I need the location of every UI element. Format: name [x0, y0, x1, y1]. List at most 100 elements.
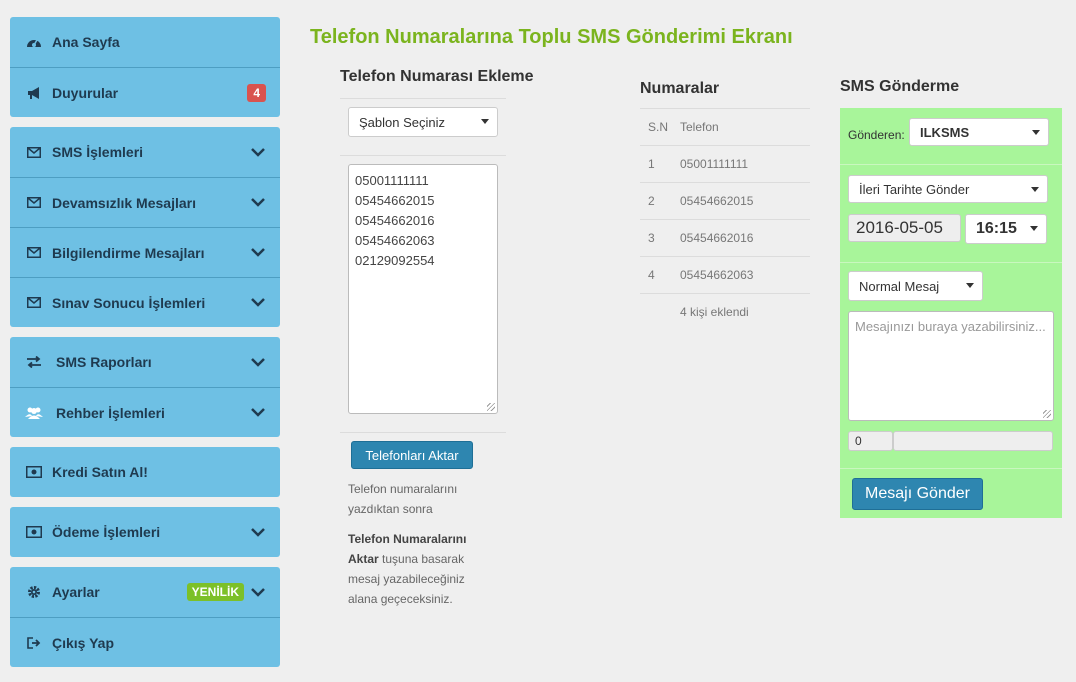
sidebar-label: SMS İşlemleri: [52, 144, 144, 160]
message-textarea[interactable]: Mesajınızı buraya yazabilirsiniz...: [848, 311, 1054, 421]
message-placeholder: Mesajınızı buraya yazabilirsiniz...: [855, 319, 1046, 334]
sidebar-item-sms-ops[interactable]: SMS İşlemleri: [10, 127, 280, 177]
sidebar-item-logout[interactable]: Çıkış Yap: [10, 617, 280, 667]
sender-select-value: ILKSMS: [920, 124, 970, 140]
sidebar-label: Devamsızlık Mesajları: [52, 194, 196, 211]
column-header-sn: S.N: [648, 120, 669, 134]
chevron-down-icon: [250, 245, 266, 261]
dashboard-icon: [24, 34, 44, 50]
sidebar: Ana Sayfa Duyurular 4 SMS İşlemleri Deva…: [10, 17, 280, 677]
sidebar-item-payments[interactable]: Ödeme İşlemleri: [10, 507, 280, 557]
sidebar-label: Bilgilendirme Mesajları: [52, 244, 205, 261]
new-badge: YENİLİK: [186, 583, 244, 601]
money-icon: [24, 464, 44, 480]
message-type-value: Normal Mesaj: [859, 278, 940, 294]
transfer-phones-button[interactable]: Telefonları Aktar: [351, 441, 473, 469]
sidebar-group-reports: SMS Raporları Rehber İşlemleri: [10, 337, 280, 437]
sender-label: Gönderen:: [848, 128, 905, 142]
phone-number-line: 05454662063: [355, 233, 435, 248]
row-phone: 05454662015: [680, 194, 754, 208]
phone-number-line: 02129092554: [355, 253, 435, 268]
phone-number-line: 05454662016: [355, 213, 435, 228]
caret-down-icon: [1031, 187, 1039, 192]
exchange-icon: [24, 354, 44, 370]
sidebar-item-absence-messages[interactable]: Devamsızlık Mesajları: [10, 177, 280, 227]
caret-down-icon: [481, 119, 489, 124]
send-message-button[interactable]: Mesajı Gönder: [852, 478, 983, 510]
added-count: 4 kişi eklendi: [680, 305, 749, 319]
sidebar-label: Ana Sayfa: [52, 34, 120, 50]
sidebar-label: Ayarlar: [52, 584, 100, 600]
table-row: 4 05454662063: [640, 256, 810, 293]
template-select-value: Şablon Seçiniz: [359, 114, 445, 130]
column-header-phone: Telefon: [680, 120, 719, 134]
char-count-value: 0: [855, 434, 862, 448]
sidebar-group-main: Ana Sayfa Duyurular 4: [10, 17, 280, 117]
sidebar-label: Çıkış Yap: [52, 634, 115, 651]
sidebar-label: Rehber İşlemleri: [56, 404, 165, 421]
sidebar-item-buy-credit[interactable]: Kredi Satın Al!: [10, 447, 280, 497]
phone-numbers-textarea[interactable]: 05001111111 05454662015 05454662016 0545…: [348, 164, 498, 414]
sidebar-item-announcements[interactable]: Duyurular 4: [10, 67, 280, 117]
chevron-down-icon: [250, 195, 266, 211]
date-input[interactable]: 2016-05-05: [848, 214, 961, 242]
row-phone: 05454662016: [680, 231, 754, 245]
message-progress-bar: [893, 431, 1053, 451]
divider: [340, 155, 506, 156]
chevron-down-icon: [250, 354, 266, 370]
sidebar-item-contacts[interactable]: Rehber İşlemleri: [10, 387, 280, 437]
help-text-1: Telefon numaralarını yazdıktan sonra: [348, 482, 458, 516]
sidebar-item-exam-results[interactable]: Sınav Sonucu İşlemleri: [10, 277, 280, 327]
sidebar-label: Sınav Sonucu İşlemleri: [52, 294, 206, 311]
envelope-icon: [24, 245, 44, 261]
sender-select[interactable]: ILKSMS: [909, 118, 1049, 146]
add-numbers-section: Telefon Numarası Ekleme Şablon Seçiniz 0…: [340, 68, 534, 609]
sidebar-label: Kredi Satın Al!: [52, 464, 148, 480]
sidebar-item-settings[interactable]: Ayarlar YENİLİK: [10, 567, 280, 617]
caret-down-icon: [966, 283, 974, 288]
template-select[interactable]: Şablon Seçiniz: [348, 107, 498, 137]
sidebar-item-home[interactable]: Ana Sayfa: [10, 17, 280, 67]
money-icon: [24, 524, 44, 540]
chevron-down-icon: [250, 405, 266, 421]
caret-down-icon: [1032, 130, 1040, 135]
phone-number-line: 05454662015: [355, 193, 435, 208]
row-sn: 3: [648, 231, 655, 245]
sidebar-item-sms-reports[interactable]: SMS Raporları: [10, 337, 280, 387]
schedule-select[interactable]: İleri Tarihte Gönder: [848, 175, 1048, 203]
sidebar-label: SMS Raporları: [56, 354, 152, 370]
divider: [340, 98, 506, 99]
add-numbers-heading: Telefon Numarası Ekleme: [340, 68, 534, 85]
time-value: 16:15: [976, 220, 1017, 237]
chevron-down-icon: [250, 524, 266, 540]
schedule-select-value: İleri Tarihte Gönder: [859, 181, 970, 197]
divider: [840, 262, 1062, 263]
table-footer-row: 4 kişi eklendi: [640, 293, 810, 330]
sms-send-panel: Gönderen: ILKSMS İleri Tarihte Gönder 20…: [840, 108, 1062, 518]
message-type-select[interactable]: Normal Mesaj: [848, 271, 983, 301]
divider: [340, 432, 506, 433]
row-sn: 4: [648, 268, 655, 282]
row-sn: 2: [648, 194, 655, 208]
phone-number-line: 05001111111: [355, 173, 429, 188]
notification-badge: 4: [247, 83, 266, 102]
chevron-down-icon: [250, 295, 266, 311]
chevron-down-icon: [250, 144, 266, 160]
date-value: 2016-05-05: [856, 218, 943, 237]
resize-grip-icon[interactable]: [1043, 410, 1051, 418]
envelope-icon: [24, 144, 44, 160]
envelope-icon: [24, 195, 44, 211]
time-select[interactable]: 16:15: [965, 214, 1047, 244]
sidebar-item-info-messages[interactable]: Bilgilendirme Mesajları: [10, 227, 280, 277]
sidebar-group-messages: SMS İşlemleri Devamsızlık Mesajları Bilg…: [10, 127, 280, 327]
table-row: 1 05001111111: [640, 145, 810, 182]
resize-grip-icon[interactable]: [487, 403, 495, 411]
row-phone: 05454662063: [680, 268, 754, 282]
sidebar-label: Ödeme İşlemleri: [52, 524, 161, 540]
sms-send-heading: SMS Gönderme: [840, 78, 960, 95]
char-counter: 0: [848, 431, 893, 451]
caret-down-icon: [1030, 226, 1038, 231]
row-sn: 1: [648, 157, 655, 171]
users-icon: [24, 405, 44, 421]
sidebar-group-account: Ayarlar YENİLİK Çıkış Yap: [10, 567, 280, 667]
